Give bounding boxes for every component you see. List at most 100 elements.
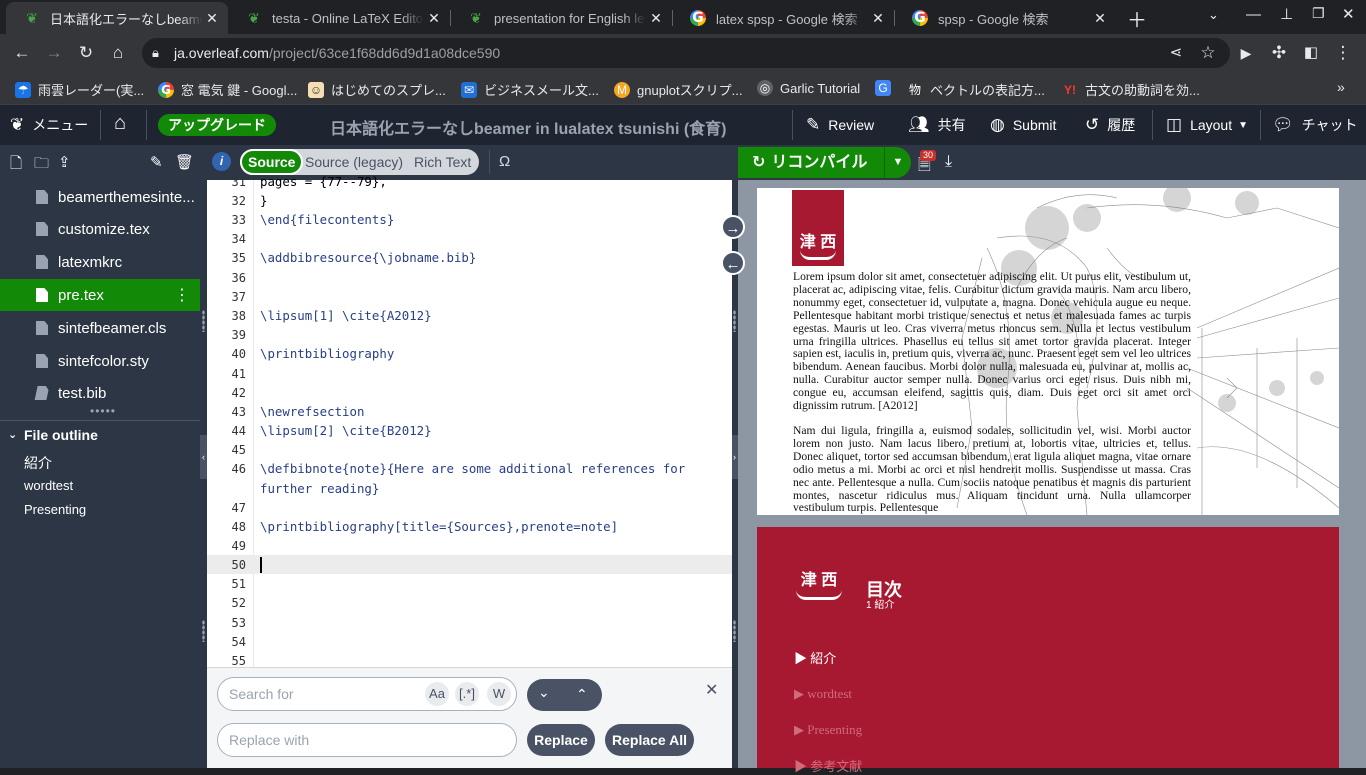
file-menu-icon[interactable]: ⋮ bbox=[174, 285, 190, 305]
share-button[interactable]: 👥︎ 共有 bbox=[908, 115, 966, 135]
project-title[interactable]: 日本語化エラーなしbeamer in lualatex tsunishi (食育… bbox=[330, 115, 727, 139]
forward-icon[interactable]: → bbox=[41, 40, 67, 66]
bookmark-item[interactable]: G bbox=[875, 80, 898, 96]
match-case-toggle[interactable]: Aa bbox=[425, 682, 449, 706]
recompile-dropdown-icon[interactable]: ▼ bbox=[884, 147, 911, 178]
delete-icon[interactable]: 🗑︎ bbox=[175, 153, 194, 171]
bookmark-item[interactable]: G 窓 電気 鍵 - Googl... bbox=[158, 80, 297, 99]
file-item[interactable]: sintefcolor.sty bbox=[0, 345, 200, 377]
sync-to-code-icon[interactable]: ← bbox=[721, 251, 745, 275]
sync-to-pdf-icon[interactable]: → bbox=[721, 215, 745, 239]
collapse-left-icon[interactable]: ‹ bbox=[200, 435, 207, 479]
tab-search-icon[interactable]: ⌄ bbox=[1208, 7, 1219, 23]
bookmark-item[interactable]: 物ベクトルの表記方... bbox=[907, 80, 1045, 99]
reload-icon[interactable]: ↻ bbox=[73, 40, 99, 66]
browser-tab-active[interactable]: ❦ 日本語化エラーなしbeamer in lualatex tsunishi (… bbox=[6, 2, 228, 34]
code-line[interactable]: \printbibliography bbox=[260, 346, 394, 361]
bookmark-star-icon[interactable]: ☆ bbox=[1195, 40, 1221, 66]
restore-icon[interactable]: ❐ bbox=[1312, 5, 1325, 22]
history-button[interactable]: ↺ 履歴 bbox=[1085, 115, 1135, 135]
submit-button[interactable]: ◍ Submit bbox=[990, 115, 1056, 135]
file-item[interactable]: latexmkrc bbox=[0, 246, 200, 278]
code-line-wrapped[interactable]: further reading} bbox=[260, 481, 379, 496]
home-icon[interactable]: ⌂ bbox=[114, 112, 126, 135]
code-line[interactable]: \lipsum[2] \cite{B2012} bbox=[260, 423, 432, 438]
lock-icon[interactable]: 🔒︎ bbox=[152, 45, 159, 61]
prev-match-icon[interactable]: ⌃ bbox=[576, 686, 588, 703]
code-line[interactable]: \defbibnote{note}{Here are some addition… bbox=[260, 461, 685, 476]
more-bookmarks-icon[interactable]: » bbox=[1337, 79, 1345, 95]
close-search-icon[interactable]: ✕ bbox=[705, 680, 718, 700]
outline-item[interactable]: wordtest bbox=[24, 478, 73, 493]
close-icon[interactable]: ✕ bbox=[1090, 10, 1110, 27]
wave-icon bbox=[800, 250, 836, 260]
browser-tab[interactable]: G spsp - Google 検索 ✕ bbox=[894, 2, 1116, 34]
sidepanel-icon[interactable]: ◧ bbox=[1298, 40, 1324, 66]
outline-item[interactable]: 紹介 bbox=[24, 453, 52, 473]
code-line[interactable]: \addbibresource{\jobname.bib} bbox=[260, 250, 476, 265]
mode-source[interactable]: Source bbox=[240, 149, 304, 175]
download-icon[interactable]: ⤓ bbox=[945, 153, 952, 171]
bookmark-item[interactable]: Y! 古文の助動詞を効... bbox=[1062, 80, 1200, 99]
bookmark-item[interactable]: ☂ 雨雲レーダー(実... bbox=[15, 80, 144, 99]
file-item[interactable]: customize.tex bbox=[0, 213, 200, 245]
close-icon[interactable]: ✕ bbox=[646, 10, 666, 27]
code-line[interactable]: \newrefsection bbox=[260, 404, 364, 419]
code-line[interactable]: \printbibliography[title={Sources},preno… bbox=[260, 519, 618, 534]
replace-all-button[interactable]: Replace All bbox=[605, 724, 694, 756]
close-icon[interactable]: ✕ bbox=[424, 10, 444, 27]
chat-button[interactable]: 💬︎ チャット bbox=[1272, 115, 1357, 135]
review-button[interactable]: ✎ Review bbox=[806, 115, 874, 135]
rename-icon[interactable]: ✎ bbox=[150, 153, 163, 171]
menu-button[interactable]: ❦ メニュー bbox=[10, 115, 88, 135]
minimize-icon[interactable]: — bbox=[1246, 6, 1261, 23]
bookmark-item[interactable]: ✉ ビジネスメール文... bbox=[461, 80, 599, 99]
bookmark-item[interactable]: ☺ はじめてのスプレ... bbox=[308, 80, 446, 99]
line-number: 52 bbox=[231, 596, 246, 610]
outline-item[interactable]: Presenting bbox=[24, 502, 86, 517]
home-icon[interactable]: ⌂ bbox=[105, 40, 131, 66]
code-line[interactable]: pages = {77--79}, bbox=[260, 174, 387, 189]
upload-icon[interactable]: ⇪ bbox=[58, 153, 71, 171]
info-icon[interactable]: i bbox=[212, 152, 231, 171]
close-icon[interactable]: ✕ bbox=[202, 10, 222, 27]
mode-rich-text[interactable]: Rich Text bbox=[414, 149, 471, 175]
replace-input[interactable]: Replace with bbox=[217, 723, 517, 757]
pin-icon[interactable]: ⊥ bbox=[1280, 5, 1293, 23]
extension-icon[interactable]: ▶ bbox=[1233, 40, 1259, 66]
new-tab-button[interactable]: ＋ bbox=[1127, 4, 1147, 33]
code-line[interactable]: } bbox=[260, 193, 267, 208]
url-text[interactable]: ja.overleaf.com/project/63ce1f68dd6d9d1a… bbox=[174, 45, 500, 61]
upgrade-button[interactable]: アップグレード bbox=[158, 114, 276, 136]
code-line[interactable]: \end{filecontents} bbox=[260, 212, 394, 227]
close-window-icon[interactable]: ✕ bbox=[1342, 5, 1355, 23]
share-icon[interactable]: ⋖ bbox=[1163, 40, 1189, 66]
next-match-icon[interactable]: ⌄ bbox=[538, 684, 550, 701]
whole-word-toggle[interactable]: W bbox=[487, 682, 511, 706]
puzzle-icon[interactable]: ✣ bbox=[1266, 40, 1292, 66]
mode-source-legacy[interactable]: Source (legacy) bbox=[305, 149, 403, 175]
close-icon[interactable]: ✕ bbox=[868, 10, 888, 27]
bookmark-item[interactable]: ◎ Garlic Tutorial bbox=[757, 80, 860, 96]
collapse-right-icon[interactable]: › bbox=[731, 435, 738, 479]
browser-tab[interactable]: ❦ testa - Online LaTeX Editor Overleaf ✕ bbox=[228, 2, 450, 34]
file-item[interactable]: sintefbeamer.cls bbox=[0, 312, 200, 344]
file-item-selected[interactable]: pre.tex ⋮ bbox=[0, 279, 200, 311]
replace-button[interactable]: Replace bbox=[527, 724, 595, 756]
bookmark-item[interactable]: Mgnuplotスクリプ... bbox=[614, 80, 743, 99]
symbol-palette-button[interactable]: Ω bbox=[499, 153, 510, 170]
file-outline-header[interactable]: ⌄ File outline bbox=[0, 420, 200, 448]
kebab-menu-icon[interactable]: ⋮ bbox=[1330, 40, 1356, 66]
back-icon[interactable]: ← bbox=[9, 40, 35, 66]
file-tree-resizer[interactable]: ‹ bbox=[200, 145, 207, 768]
resize-handle-icon[interactable]: ••••• bbox=[90, 404, 116, 418]
layout-button[interactable]: ◫ Layout ▼ bbox=[1166, 115, 1248, 135]
browser-tab[interactable]: G latex spsp - Google 検索 ✕ bbox=[672, 2, 894, 34]
new-file-icon[interactable]: 🗋︎ bbox=[10, 153, 22, 178]
grip-icon bbox=[202, 620, 205, 642]
regex-toggle[interactable]: [.*] bbox=[455, 682, 479, 706]
code-line[interactable]: \lipsum[1] \cite{A2012} bbox=[260, 308, 432, 323]
browser-tab[interactable]: ❦ presentation for English lesson ✕ bbox=[450, 2, 672, 34]
file-item[interactable]: beamerthemesinte... bbox=[0, 181, 200, 213]
new-folder-icon[interactable]: 🗀︎ bbox=[34, 153, 49, 178]
